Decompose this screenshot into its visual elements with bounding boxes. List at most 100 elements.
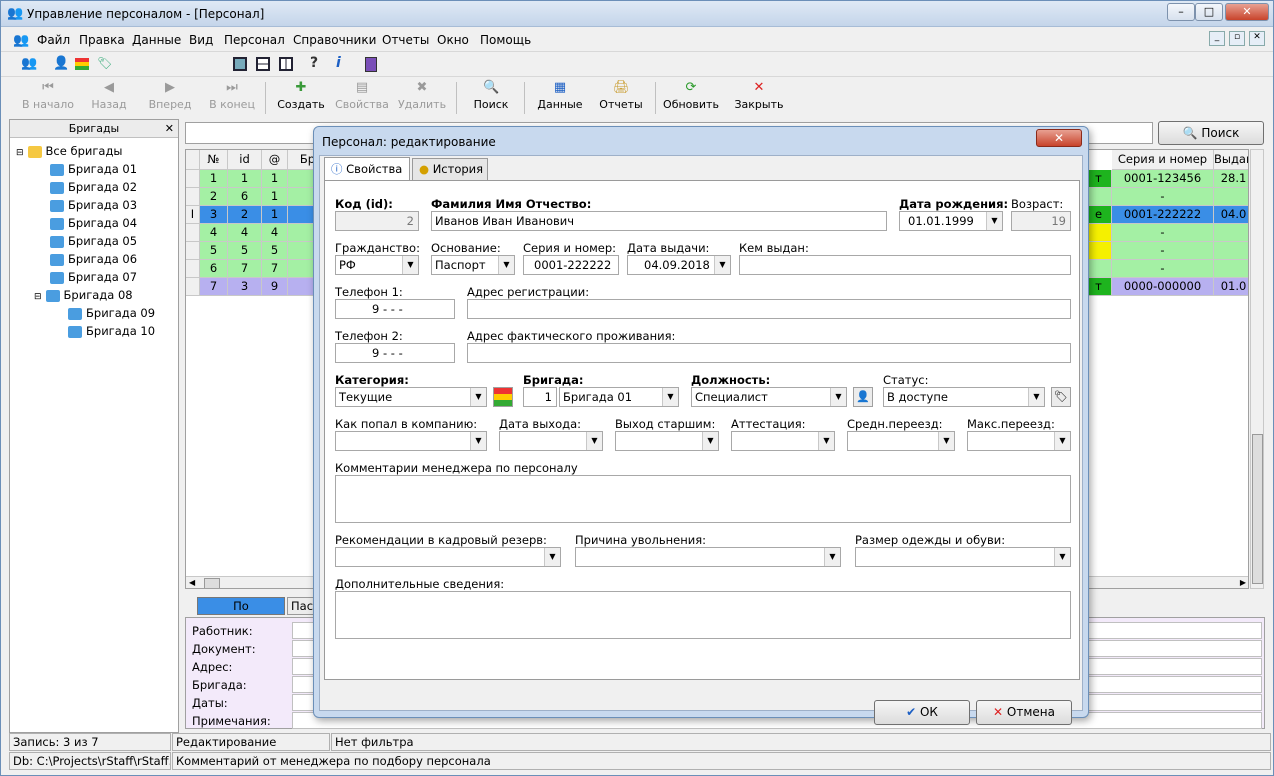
dropdown-arrow-icon[interactable]: ▼ <box>714 256 730 274</box>
reports-button[interactable]: 🖨 Отчеты <box>597 80 645 111</box>
first-button[interactable]: ⏮ В начало <box>21 80 75 111</box>
reason-select[interactable]: ▼ <box>575 547 841 567</box>
table-cell[interactable] <box>1214 188 1248 206</box>
scroll-thumb-vertical[interactable] <box>1252 434 1263 584</box>
dropdown-arrow-icon[interactable]: ▼ <box>818 432 834 450</box>
brigade-number-field[interactable]: 1 <box>523 387 557 407</box>
tree-item-brigade-07[interactable]: Бригада 07 <box>50 270 137 284</box>
table-cell[interactable] <box>1086 260 1112 278</box>
search-panel-button[interactable]: 🔍 Поиск <box>1158 121 1264 145</box>
how-joined-select[interactable]: ▼ <box>335 431 487 451</box>
menu-edit[interactable]: Правка <box>79 33 125 47</box>
table-cell[interactable]: 4 <box>228 224 262 242</box>
tab-properties[interactable]: ⓘ Свойства <box>324 157 410 181</box>
dropdown-arrow-icon[interactable]: ▼ <box>662 388 678 406</box>
close-button[interactable]: ✕ Закрыть <box>733 80 785 111</box>
row-indicator[interactable] <box>186 242 200 260</box>
size-select[interactable]: ▼ <box>855 547 1071 567</box>
category-select[interactable]: Текущие ▼ <box>335 387 487 407</box>
menu-file[interactable]: Файл <box>37 33 70 47</box>
person-icon[interactable]: 👤 <box>853 387 873 407</box>
dropdown-arrow-icon[interactable]: ▼ <box>1054 548 1070 566</box>
attestation-picker[interactable]: ▼ <box>731 431 835 451</box>
row-indicator[interactable]: I <box>186 206 200 224</box>
category-icon[interactable] <box>75 58 89 70</box>
series-input[interactable]: 0001-222222 <box>523 255 619 275</box>
dropdown-arrow-icon[interactable]: ▼ <box>830 388 846 406</box>
table-cell[interactable]: 7 <box>262 260 288 278</box>
dropdown-arrow-icon[interactable]: ▼ <box>470 432 486 450</box>
column-header-number[interactable]: № <box>200 150 228 170</box>
table-cell[interactable]: 3 <box>200 206 228 224</box>
status-select[interactable]: В доступе ▼ <box>883 387 1045 407</box>
exit-date-picker[interactable]: ▼ <box>499 431 603 451</box>
dropdown-arrow-icon[interactable]: ▼ <box>498 256 514 274</box>
table-cell[interactable]: 1 <box>200 170 228 188</box>
tab-default[interactable]: По умолчанию <box>197 597 285 629</box>
max-move-select[interactable]: ▼ <box>967 431 1071 451</box>
tree-item-brigade-02[interactable]: Бригада 02 <box>50 180 137 194</box>
table-cell[interactable]: - <box>1112 188 1214 206</box>
table-cell[interactable]: - <box>1112 224 1214 242</box>
menu-reports[interactable]: Отчеты <box>382 33 429 47</box>
menu-staff[interactable]: Персонал <box>224 33 285 47</box>
table-cell[interactable]: 0001-123456 <box>1112 170 1214 188</box>
tree-item-brigade-06[interactable]: Бригада 06 <box>50 252 137 266</box>
table-cell[interactable]: 0001-222222 <box>1112 206 1214 224</box>
ok-button[interactable]: ✔ ОК <box>874 700 970 725</box>
data-button[interactable]: ▦ Данные <box>535 80 585 111</box>
table-cell[interactable]: 2 <box>228 206 262 224</box>
app-menu-icon[interactable]: 👥 <box>13 33 29 48</box>
position-select[interactable]: Специалист ▼ <box>691 387 847 407</box>
create-button[interactable]: ✚ Создать <box>276 80 326 111</box>
comments-textarea[interactable] <box>335 475 1071 523</box>
table-cell[interactable]: 3 <box>228 278 262 296</box>
menu-directories[interactable]: Справочники <box>293 33 376 47</box>
tab-passport[interactable]: Пас <box>287 597 315 615</box>
cancel-button[interactable]: ✕ Отмена <box>976 700 1072 725</box>
dropdown-arrow-icon[interactable]: ▼ <box>544 548 560 566</box>
table-cell[interactable] <box>1214 242 1248 260</box>
table-cell[interactable]: 01.0 <box>1214 278 1248 296</box>
menu-data[interactable]: Данные <box>132 33 181 47</box>
scroll-left-icon[interactable]: ◀ <box>189 578 195 587</box>
dropdown-arrow-icon[interactable]: ▼ <box>824 548 840 566</box>
delete-button[interactable]: ✖ Удалить <box>397 80 447 111</box>
table-cell[interactable]: 4 <box>200 224 228 242</box>
brigade-select[interactable]: Бригада 01 ▼ <box>559 387 679 407</box>
mdi-restore-icon[interactable]: ▫ <box>1229 31 1245 46</box>
scroll-right-icon[interactable]: ▶ <box>1240 578 1246 587</box>
dropdown-arrow-icon[interactable]: ▼ <box>1028 388 1044 406</box>
table-cell[interactable]: т <box>1086 170 1112 188</box>
dropdown-arrow-icon[interactable]: ▼ <box>470 388 486 406</box>
tree-item-brigade-08[interactable]: ⊟ Бригада 08 <box>34 288 133 302</box>
issue-date-picker[interactable]: 04.09.2018 ▼ <box>627 255 731 275</box>
table-cell[interactable]: 6 <box>228 188 262 206</box>
row-indicator[interactable] <box>186 278 200 296</box>
properties-button[interactable]: ▤ Свойства <box>335 80 389 111</box>
dropdown-arrow-icon[interactable]: ▼ <box>702 432 718 450</box>
extra-textarea[interactable] <box>335 591 1071 639</box>
tree-item-brigade-10[interactable]: Бригада 10 <box>68 324 155 338</box>
tree-item-brigade-03[interactable]: Бригада 03 <box>50 198 137 212</box>
row-indicator[interactable] <box>186 170 200 188</box>
dropdown-arrow-icon[interactable]: ▼ <box>1054 432 1070 450</box>
mdi-minimize-icon[interactable]: _ <box>1209 31 1225 46</box>
reg-address-input[interactable] <box>467 299 1071 319</box>
tile-horizontal-icon[interactable] <box>256 57 270 71</box>
close-window-button[interactable]: ✕ <box>1225 3 1269 21</box>
table-cell[interactable] <box>1214 224 1248 242</box>
menu-window[interactable]: Окно <box>437 33 469 47</box>
tree-item-brigade-01[interactable]: Бригада 01 <box>50 162 137 176</box>
table-cell[interactable]: 5 <box>228 242 262 260</box>
issued-by-input[interactable] <box>739 255 1071 275</box>
next-button[interactable]: ▶ Вперед <box>147 80 193 111</box>
table-cell[interactable]: 1 <box>262 170 288 188</box>
row-indicator[interactable] <box>186 224 200 242</box>
maximize-button[interactable]: □ <box>1195 3 1223 21</box>
tree-item-brigade-04[interactable]: Бригада 04 <box>50 216 137 230</box>
table-cell[interactable]: 4 <box>262 224 288 242</box>
table-cell[interactable]: - <box>1112 242 1214 260</box>
minimize-button[interactable]: – <box>1167 3 1195 21</box>
table-cell[interactable] <box>1214 260 1248 278</box>
